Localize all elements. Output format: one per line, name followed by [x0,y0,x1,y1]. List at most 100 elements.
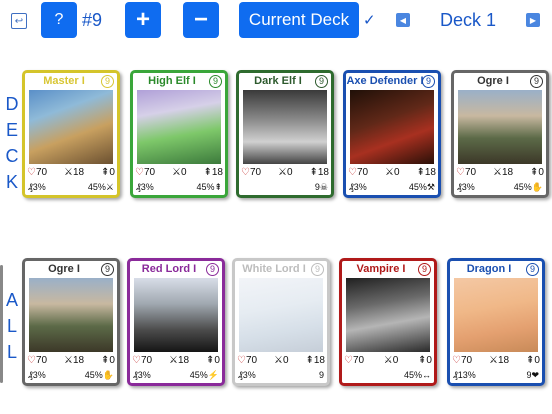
defense-stat: ⇞0 [101,355,115,366]
card-bonus: 9 [318,370,324,380]
card-footer: ₰3% 45%⇞ [136,182,222,193]
check-icon: ✓ [363,12,376,29]
card[interactable]: Ogre I 9 ♡70 ⚔18 ⇞0 ₰3% 45%✋ [22,258,120,386]
card-footer: ₰3% 9 [238,370,324,380]
swords-icon: ⚔ [64,355,73,366]
swords-icon: ⚔ [383,355,393,366]
hp-stat: ♡70 [241,167,262,178]
defense-stat: ⇞18 [203,167,223,178]
hp-stat: ♡70 [452,355,473,366]
defense-stat: ⇞0 [530,167,544,178]
arrows-icon: ⇞ [101,167,110,178]
hp-stat: ♡70 [348,167,369,178]
card-stats: ♡70 ⚔0 ⇞18 [241,167,329,178]
card[interactable]: Vampire I 9 ♡70 ⚔0 ⇞0 45%↔ [339,258,437,386]
next-deck-icon[interactable]: ▶ [526,13,540,27]
card-level-badge: 9 [422,75,435,88]
card-bonus: 45%⚒ [408,182,435,192]
card-stats: ♡70 ⚔18 ⇞0 [132,355,220,366]
swords-icon: ⚔ [64,167,73,178]
attack-stat: ⚔18 [64,355,85,366]
attack-stat: ⚔0 [278,167,293,178]
card[interactable]: Red Lord I 9 ♡70 ⚔18 ⇞0 ₰3% 45%⚡ [127,258,225,386]
card-level-badge: 9 [101,263,114,276]
hp-stat: ♡70 [456,167,477,178]
arrows-icon: ⇞ [101,355,110,366]
card-artwork [458,90,542,164]
all-letter: L [6,316,17,336]
defense-stat: ⇞18 [416,167,436,178]
card-cost: ₰3% [28,182,46,192]
deck-letter: C [5,146,19,166]
card-stats: ♡70 ⚔18 ⇞0 [27,167,115,178]
card-bonus: 45%✋ [84,370,114,380]
card-stats: ♡70 ⚔18 ⇞0 [452,355,540,366]
card-footer: ₰3% 45%⚔ [28,182,114,193]
card-stats: ♡70 ⚔0 ⇞18 [348,167,436,178]
swords-icon: ⚔ [274,355,283,366]
card-bonus: 45%⇞ [196,182,222,192]
arrows-icon: ⇞ [418,355,427,366]
attack-stat: ⚔18 [64,167,85,178]
card-level-badge: 9 [418,263,431,276]
swords-icon: ⚔ [385,167,394,178]
card-footer: 9☠ [242,182,328,193]
hp-stat: ♡70 [27,167,48,178]
swords-icon: ⚔ [489,355,498,366]
card-stats: ♡70 ⚔0 ⇞0 [344,355,432,366]
attack-stat: ⚔0 [274,355,289,366]
card-cost: ₰3% [457,182,475,192]
toolbar: ↩ ? #9 + − Current Deck ✓ ◀ Deck 1 ▶ [0,0,552,42]
card-level-badge: 9 [315,75,328,88]
prev-deck-icon[interactable]: ◀ [396,13,410,27]
card-stats: ♡70 ⚔0 ⇞18 [135,167,223,178]
card-footer: ₰3% 45%⚒ [349,182,435,193]
card[interactable]: High Elf I 9 ♡70 ⚔0 ⇞18 ₰3% 45%⇞ [130,70,228,198]
heart-icon: ♡ [135,167,144,178]
card-cost: ₰3% [28,370,46,380]
card-footer: 45%↔ [345,370,431,380]
card[interactable]: White Lord I 9 ♡70 ⚔0 ⇞18 ₰3% 9 [232,258,330,386]
card-footer: ₰3% 45%✋ [457,182,543,193]
card-cost: ₰3% [349,182,367,192]
heart-icon: ♡ [456,167,465,178]
attack-stat: ⚔18 [169,355,190,366]
add-button[interactable]: + [125,2,161,38]
heart-icon: ♡ [344,355,353,366]
defense-stat: ⇞0 [206,355,220,366]
deck-letter: D [5,94,19,114]
defense-stat: ⇞0 [526,355,540,366]
card[interactable]: Dark Elf I 9 ♡70 ⚔0 ⇞18 9☠ [236,70,334,198]
card-bonus: 45%⚔ [87,182,114,192]
card[interactable]: Dragon I 9 ♡70 ⚔18 ⇞0 ₰13% 9❤ [447,258,545,386]
current-deck-button[interactable]: Current Deck [239,2,359,38]
help-button[interactable]: ? [41,2,77,38]
card[interactable]: Master I 9 ♡70 ⚔18 ⇞0 ₰3% 45%⚔ [22,70,120,198]
card-bonus: 9☠ [314,182,328,192]
card-artwork [454,278,538,352]
remove-button[interactable]: − [183,2,219,38]
deck-letter: K [5,172,18,192]
card-cost: ₰3% [133,370,151,380]
deck-section-label: D E C K [3,91,21,195]
heart-icon: ♡ [27,167,36,178]
card-cost: ₰13% [453,370,476,380]
deck-number: #9 [82,10,103,30]
hp-stat: ♡70 [132,355,153,366]
swords-icon: ⚔ [169,355,178,366]
card-level-badge: 9 [530,75,543,88]
attack-stat: ⚔0 [172,167,187,178]
attack-stat: ⚔18 [493,167,514,178]
defense-stat: ⇞18 [305,355,325,366]
hp-stat: ♡70 [344,355,365,366]
deck-name: Deck 1 [440,10,497,30]
hp-stat: ♡70 [27,355,48,366]
card-footer: ₰13% 9❤ [453,370,539,381]
card-stats: ♡70 ⚔18 ⇞0 [27,355,115,366]
card[interactable]: Axe Defender I 9 ♡70 ⚔0 ⇞18 ₰3% 45%⚒ [343,70,441,198]
undo-arrow-icon[interactable]: ↩ [11,13,27,29]
attack-stat: ⚔0 [383,355,399,366]
swords-icon: ⚔ [172,167,181,178]
card-bonus: 45%✋ [513,182,543,192]
card[interactable]: Ogre I 9 ♡70 ⚔18 ⇞0 ₰3% 45%✋ [451,70,549,198]
